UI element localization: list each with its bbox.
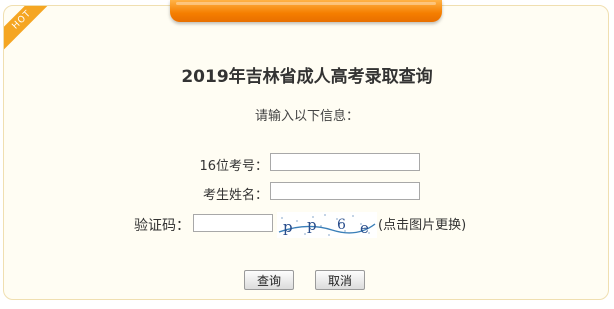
captcha-image[interactable]: p p 6 e bbox=[277, 212, 377, 238]
captcha-input[interactable] bbox=[193, 214, 273, 232]
captcha-char-4: e bbox=[360, 219, 369, 237]
exam-number-label: 16位考号： bbox=[199, 159, 268, 174]
captcha-refresh-hint: (点击图片更换) bbox=[378, 218, 467, 233]
student-name-label: 考生姓名： bbox=[202, 188, 268, 203]
instruction-text: 请输入以下信息： bbox=[254, 109, 359, 124]
captcha-char-1: p bbox=[283, 218, 293, 236]
header-tab-bar bbox=[170, 0, 442, 22]
cancel-button[interactable]: 取消 bbox=[315, 270, 365, 290]
page-title: 2019年吉林省成人高考录取查询 bbox=[181, 67, 433, 87]
hot-badge: HOT bbox=[4, 6, 56, 54]
captcha-char-2: p bbox=[307, 216, 317, 234]
exam-number-input[interactable] bbox=[270, 153, 420, 171]
captcha-label: 验证码： bbox=[134, 218, 190, 234]
captcha-char-3: 6 bbox=[337, 217, 346, 233]
student-name-input[interactable] bbox=[270, 182, 420, 200]
submit-button[interactable]: 查询 bbox=[244, 270, 294, 290]
